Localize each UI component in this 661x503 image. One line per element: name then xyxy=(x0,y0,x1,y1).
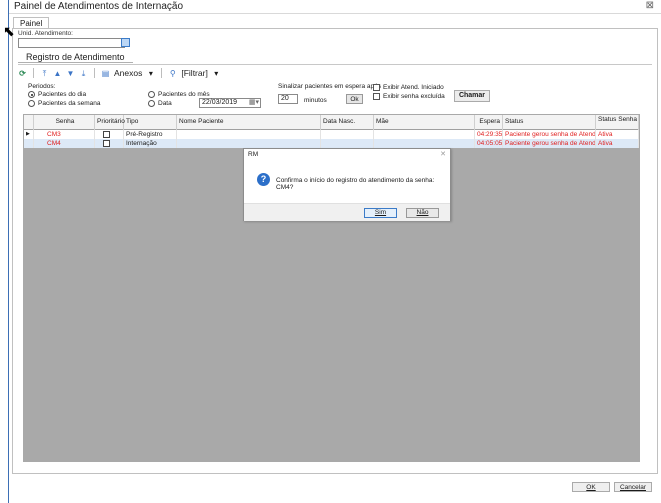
filter-icon[interactable]: ⚲ xyxy=(168,69,177,78)
header-prioritario[interactable]: Prioritário xyxy=(95,115,125,130)
close-icon[interactable]: ✕ xyxy=(440,150,446,158)
radio-label: Pacientes do mês xyxy=(158,91,210,98)
question-icon: ? xyxy=(257,173,270,186)
unid-input[interactable] xyxy=(18,38,125,48)
toolbar: ⟳ ⤒ ▲ ▼ ⤓ ▤ Anexos ▾ ⚲ [Filtrar] ▾ xyxy=(18,66,221,80)
toolbar-separator xyxy=(94,68,95,78)
attachments-icon[interactable]: ▤ xyxy=(101,69,110,78)
header-nome-paciente[interactable]: Nome Paciente xyxy=(177,115,321,130)
title-bar: Painel de Atendimentos de Internação ⊠ xyxy=(9,0,661,14)
no-button[interactable]: Não xyxy=(406,208,439,218)
move-down-icon[interactable]: ▼ xyxy=(66,69,75,78)
anexos-button[interactable]: Anexos xyxy=(114,68,142,78)
cell-status-senha: Ativa xyxy=(596,130,639,139)
calendar-icon[interactable]: ▦▾ xyxy=(249,99,259,107)
subtab-divider xyxy=(18,64,652,65)
unid-lookup-button[interactable] xyxy=(121,38,130,47)
desktop-edge xyxy=(0,0,8,503)
cell-prioritario xyxy=(95,139,124,148)
sinalizar-label: Sinalizar pacientes em espera após xyxy=(278,83,381,90)
exibir-excluida-checkbox[interactable]: Exibir senha excluída xyxy=(373,93,445,100)
radio-button[interactable] xyxy=(148,100,155,107)
radio-pacientes-dia[interactable]: Pacientes do dia xyxy=(28,91,86,98)
date-value: 22/03/2019 xyxy=(202,99,238,106)
cell-espera: 04:29:35 xyxy=(477,130,503,139)
cell-prioritario xyxy=(95,130,124,139)
cell-senha: CM4 xyxy=(34,139,95,148)
table-row[interactable]: ▶ CM3 Pré-Registro 04:29:35 Paciente ger… xyxy=(24,130,639,139)
cell-status: Paciente gerou senha de Atendimento xyxy=(505,130,596,139)
header-data-nasc[interactable]: Data Nasc. xyxy=(321,115,374,130)
radio-button[interactable] xyxy=(28,100,35,107)
radio-label: Pacientes da semana xyxy=(38,100,101,107)
prioritario-checkbox[interactable] xyxy=(103,140,110,147)
cell-espera: 04:05:05 xyxy=(477,139,503,148)
toolbar-separator xyxy=(33,68,34,78)
radio-pacientes-mes[interactable]: Pacientes do mês xyxy=(148,91,210,98)
header-mae[interactable]: Mãe xyxy=(374,115,475,130)
chamar-button[interactable]: Chamar xyxy=(454,90,490,102)
ok-small-button[interactable]: Ok xyxy=(346,94,363,104)
refresh-icon[interactable]: ⟳ xyxy=(18,69,27,78)
toolbar-separator xyxy=(161,68,163,78)
dialog-footer: Sim Não xyxy=(244,203,450,221)
window-title: Painel de Atendimentos de Internação xyxy=(14,1,184,12)
confirm-dialog: RM ✕ ? Confirma o início do registro do … xyxy=(243,148,451,221)
row-indicator xyxy=(24,139,34,148)
checkbox[interactable] xyxy=(373,84,380,91)
row-indicator-icon: ▶ xyxy=(24,130,34,139)
header-status[interactable]: Status xyxy=(503,115,596,130)
cell-nome xyxy=(177,130,321,139)
header-espera[interactable]: Espera xyxy=(475,115,503,130)
radio-data[interactable]: Data xyxy=(148,100,172,107)
cell-data-nasc xyxy=(321,130,374,139)
radio-button[interactable] xyxy=(28,91,35,98)
dialog-message: Confirma o início do registro do atendim… xyxy=(276,177,435,191)
header-tipo[interactable]: Tipo xyxy=(124,115,177,130)
filtrar-button[interactable]: [Filtrar] xyxy=(181,68,207,78)
table-row[interactable]: CM4 Internação 04:05:05 Paciente gerou s… xyxy=(24,139,639,148)
periodos-label: Periodos: xyxy=(28,83,56,90)
move-up-icon[interactable]: ▲ xyxy=(53,69,62,78)
ok-button[interactable]: OK xyxy=(572,482,610,492)
chevron-down-icon[interactable]: ▾ xyxy=(146,69,155,78)
tab-registro-atendimento[interactable]: Registro de Atendimento xyxy=(18,52,133,63)
checkbox-label: Exibir senha excluída xyxy=(383,93,445,100)
yes-button[interactable]: Sim xyxy=(364,208,397,218)
exibir-iniciado-checkbox[interactable]: Exibir Atend. Iniciado xyxy=(373,84,444,91)
move-first-icon[interactable]: ⤒ xyxy=(40,69,49,78)
cell-mae xyxy=(374,139,475,148)
close-icon[interactable]: ⊠ xyxy=(646,0,654,11)
header-senha[interactable]: Senha xyxy=(34,115,95,130)
row-indicator-header xyxy=(24,115,34,130)
radio-button[interactable] xyxy=(148,91,155,98)
minutes-input[interactable]: 20 xyxy=(278,94,298,104)
cancel-button[interactable]: Cancelar xyxy=(614,482,652,492)
grid-header: Senha Prioritário Tipo Nome Paciente Dat… xyxy=(24,115,639,130)
checkbox[interactable] xyxy=(373,93,380,100)
dialog-title: RM xyxy=(248,151,259,158)
cell-nome xyxy=(177,139,321,148)
cell-data-nasc xyxy=(321,139,374,148)
cell-status-senha: Ativa xyxy=(596,139,639,148)
radio-pacientes-semana[interactable]: Pacientes da semana xyxy=(28,100,101,107)
date-field[interactable]: 22/03/2019 ▦▾ xyxy=(199,98,261,108)
move-last-icon[interactable]: ⤓ xyxy=(79,69,88,78)
checkbox-label: Exibir Atend. Iniciado xyxy=(383,84,444,91)
header-status-senha[interactable]: Status Senha xyxy=(596,115,639,130)
cell-mae xyxy=(374,130,475,139)
chevron-down-icon[interactable]: ▾ xyxy=(212,69,221,78)
minutes-label: minutos xyxy=(304,97,327,104)
radio-label: Data xyxy=(158,100,172,107)
radio-label: Pacientes do dia xyxy=(38,91,87,98)
unid-label: Unid. Atendimento: xyxy=(18,30,73,37)
cell-senha: CM3 xyxy=(34,130,95,139)
prioritario-checkbox[interactable] xyxy=(103,131,110,138)
mouse-pointer-icon: ⬉ xyxy=(3,23,15,39)
cell-status: Paciente gerou senha de Atendimento xyxy=(505,139,596,148)
cell-tipo: Pré-Registro xyxy=(124,130,177,139)
cell-tipo: Internação xyxy=(124,139,177,148)
